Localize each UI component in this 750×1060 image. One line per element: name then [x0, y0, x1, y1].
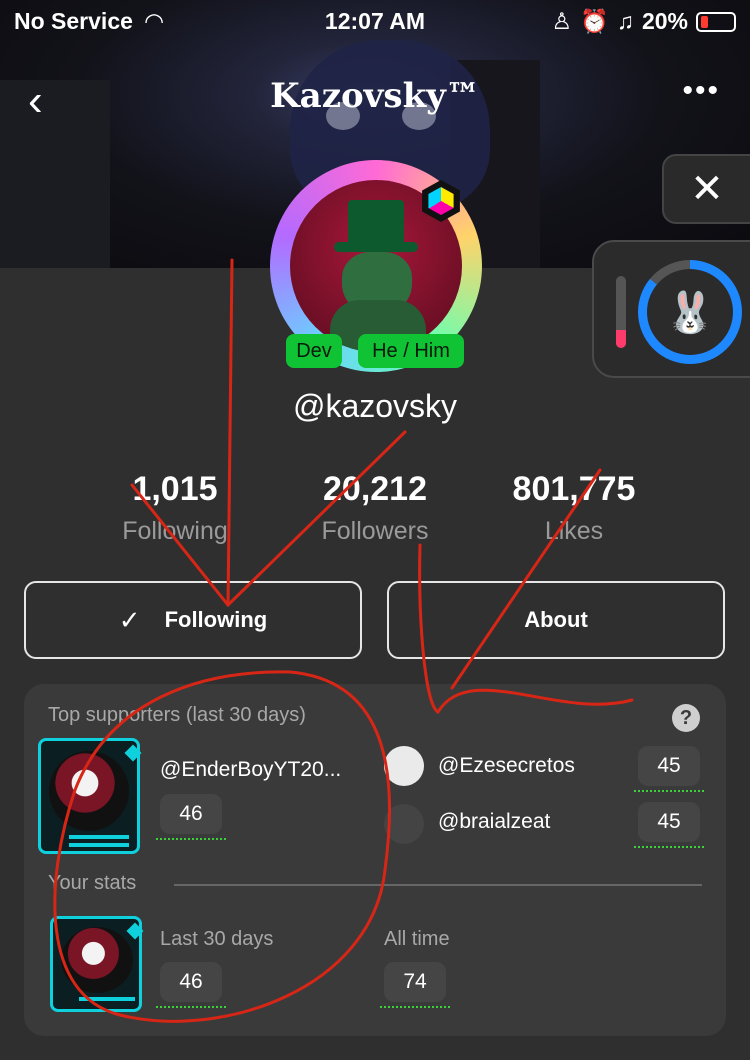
supporter-name[interactable]: @Ezesecretos [438, 754, 575, 778]
battery-percent: 20% [641, 8, 688, 34]
help-icon[interactable]: ? [672, 704, 700, 732]
close-icon: ✕ [690, 167, 724, 211]
level-bar [616, 276, 626, 348]
nav-bar: ‹ Kazovsky™ ••• [0, 70, 750, 126]
status-bar: No Service ◠ 12:07 AM ♙ ⏰ ♫ 20% [0, 0, 750, 42]
about-button[interactable]: About [387, 581, 725, 659]
tag-pronouns: He / Him [358, 334, 464, 368]
my-avatar[interactable] [50, 916, 144, 1012]
floating-widget[interactable]: 🐰 [592, 240, 750, 378]
all-time-label: All time [384, 928, 450, 950]
supporter-count: 45 [634, 746, 704, 792]
divider [174, 884, 702, 886]
supporter-count: 45 [634, 802, 704, 848]
close-overlay-button[interactable]: ✕ [662, 154, 750, 224]
tag-dev: Dev [286, 334, 342, 368]
last-30-days-count: 46 [156, 962, 226, 1008]
your-stats-title: Your stats [48, 872, 137, 894]
top-supporter-count: 46 [156, 794, 226, 840]
profile-title: Kazovsky™ [270, 76, 480, 116]
stat-following[interactable]: 1,015 Following [75, 470, 275, 546]
all-time-count: 74 [380, 962, 450, 1008]
supporters-title: Top supporters (last 30 days) [48, 704, 306, 726]
supporter-avatar[interactable] [384, 746, 424, 786]
progress-ring: 🐰 [638, 260, 742, 364]
top-supporter-name[interactable]: @EnderBoyYT20... [160, 758, 341, 782]
headphones-icon: ♫ [616, 8, 634, 34]
more-options-button[interactable]: ••• [682, 74, 720, 108]
bunny-sticker-icon: 🐰 [647, 269, 733, 355]
stat-followers[interactable]: 20,212 Followers [275, 470, 475, 546]
alarm-icon: ⏰ [580, 8, 609, 34]
supporters-card: Top supporters (last 30 days) ? @EnderBo… [24, 684, 726, 1036]
supporter-name[interactable]: @braialzeat [438, 810, 550, 834]
following-button[interactable]: ✓ Following [24, 581, 362, 659]
supporter-avatar[interactable] [384, 804, 424, 844]
checkmark-icon: ✓ [118, 604, 141, 635]
top-supporter-avatar[interactable] [38, 738, 142, 854]
person-icon: ♙ [551, 8, 573, 34]
username-handle: @kazovsky [292, 388, 458, 424]
last-30-days-label: Last 30 days [160, 928, 274, 950]
stat-likes: 801,775 Likes [512, 470, 636, 545]
battery-icon [696, 11, 736, 32]
